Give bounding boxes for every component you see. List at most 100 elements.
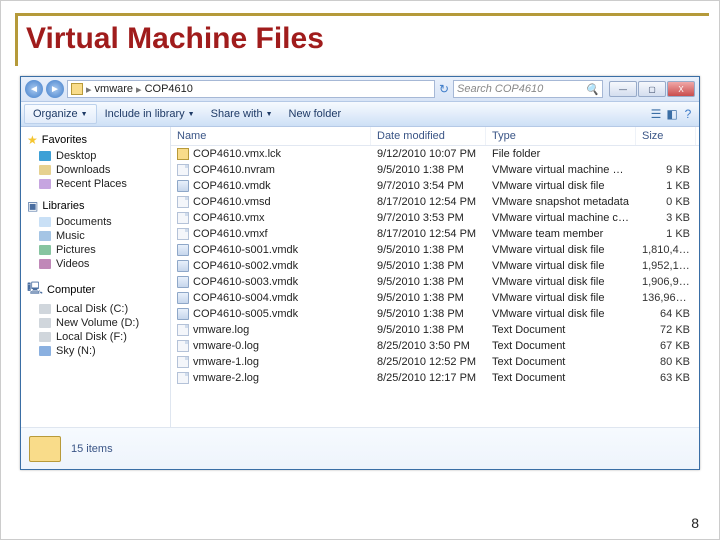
sidebar-item-videos[interactable]: Videos (23, 257, 168, 271)
file-date: 9/5/2010 1:38 PM (371, 275, 486, 289)
sidebar-item-recent[interactable]: Recent Places (23, 177, 168, 191)
file-date: 9/7/2010 3:54 PM (371, 179, 486, 193)
file-size: 64 KB (636, 307, 696, 321)
include-label: Include in library (105, 108, 185, 120)
sidebar-item-label: Sky (N:) (56, 345, 96, 357)
breadcrumb[interactable]: ▸ vmware ▸ COP4610 (67, 80, 435, 98)
sidebar-item-documents[interactable]: Documents (23, 215, 168, 229)
col-name[interactable]: Name (171, 127, 371, 145)
file-size: 67 KB (636, 339, 696, 353)
sidebar-item-sky[interactable]: Sky (N:) (23, 344, 168, 358)
view-icon[interactable]: ☰ (648, 106, 664, 122)
computer-icon: 🖳 (27, 279, 43, 300)
file-icon (177, 356, 189, 368)
disk-icon (39, 332, 51, 342)
sidebar-item-disk-d[interactable]: New Volume (D:) (23, 316, 168, 330)
titlebar: ◄ ► ▸ vmware ▸ COP4610 ↻ Search COP4610 … (21, 77, 699, 101)
sidebar-item-downloads[interactable]: Downloads (23, 163, 168, 177)
chevron-down-icon: ▼ (188, 111, 195, 118)
slide-title: Virtual Machine Files (26, 22, 699, 56)
disk-icon (39, 318, 51, 328)
file-row[interactable]: COP4610-s002.vmdk9/5/2010 1:38 PMVMware … (171, 258, 699, 274)
file-type: VMware virtual disk file (486, 275, 636, 289)
col-size[interactable]: Size (636, 127, 696, 145)
file-type: VMware virtual disk file (486, 243, 636, 257)
file-date: 9/5/2010 1:38 PM (371, 259, 486, 273)
sidebar-item-desktop[interactable]: Desktop (23, 149, 168, 163)
file-type: VMware virtual disk file (486, 259, 636, 273)
file-row[interactable]: vmware-0.log8/25/2010 3:50 PMText Docume… (171, 338, 699, 354)
file-row[interactable]: vmware.log9/5/2010 1:38 PMText Document7… (171, 322, 699, 338)
file-row[interactable]: COP4610-s004.vmdk9/5/2010 1:38 PMVMware … (171, 290, 699, 306)
file-type: VMware virtual machine BIOS (486, 163, 636, 177)
sidebar-computer-header[interactable]: 🖳 Computer (23, 277, 168, 302)
organize-button[interactable]: Organize ▼ (24, 104, 97, 124)
minimize-button[interactable]: — (609, 81, 637, 97)
preview-pane-icon[interactable]: ◧ (664, 106, 680, 122)
sidebar-item-disk-c[interactable]: Local Disk (C:) (23, 302, 168, 316)
help-icon[interactable]: ? (680, 106, 696, 122)
toolbar: Organize ▼ Include in library ▼ Share wi… (21, 101, 699, 127)
sidebar-item-pictures[interactable]: Pictures (23, 243, 168, 257)
file-row[interactable]: COP4610.vmxf8/17/2010 12:54 PMVMware tea… (171, 226, 699, 242)
nav-forward-button[interactable]: ► (46, 80, 64, 98)
file-type: Text Document (486, 339, 636, 353)
disk-icon (177, 244, 189, 256)
file-date: 9/5/2010 1:38 PM (371, 291, 486, 305)
folder-icon (29, 436, 61, 462)
close-button[interactable]: X (667, 81, 695, 97)
sidebar-item-label: Local Disk (C:) (56, 303, 128, 315)
nav-back-button[interactable]: ◄ (25, 80, 43, 98)
file-name: vmware-0.log (193, 340, 259, 352)
file-row[interactable]: vmware-1.log8/25/2010 12:52 PMText Docum… (171, 354, 699, 370)
file-name: COP4610.vmxf (193, 228, 268, 240)
file-date: 9/12/2010 10:07 PM (371, 147, 486, 161)
search-input[interactable]: Search COP4610 🔍 (453, 80, 603, 98)
network-disk-icon (39, 346, 51, 356)
file-list-pane: Name Date modified Type Size COP4610.vmx… (171, 127, 699, 427)
file-row[interactable]: COP4610-s001.vmdk9/5/2010 1:38 PMVMware … (171, 242, 699, 258)
share-label: Share with (211, 108, 263, 120)
file-size: 3 KB (636, 211, 696, 225)
disk-icon (177, 180, 189, 192)
file-date: 9/5/2010 1:38 PM (371, 163, 486, 177)
file-date: 9/5/2010 1:38 PM (371, 243, 486, 257)
refresh-icon[interactable]: ↻ (439, 82, 449, 96)
breadcrumb-part[interactable]: vmware (95, 83, 134, 95)
file-size (636, 147, 696, 161)
sidebar-item-label: New Volume (D:) (56, 317, 139, 329)
share-with-button[interactable]: Share with ▼ (203, 104, 281, 124)
folder-icon (71, 83, 83, 95)
file-type: VMware virtual disk file (486, 291, 636, 305)
chevron-down-icon: ▼ (266, 111, 273, 118)
file-name: COP4610-s003.vmdk (193, 276, 298, 288)
file-size: 1,952,192 KB (636, 259, 696, 273)
file-row[interactable]: COP4610.nvram9/5/2010 1:38 PMVMware virt… (171, 162, 699, 178)
include-library-button[interactable]: Include in library ▼ (97, 104, 203, 124)
file-row[interactable]: COP4610-s005.vmdk9/5/2010 1:38 PMVMware … (171, 306, 699, 322)
sidebar-favorites-header[interactable]: ★ Favorites (23, 131, 168, 149)
file-row[interactable]: COP4610.vmsd8/17/2010 12:54 PMVMware sna… (171, 194, 699, 210)
maximize-button[interactable]: ▢ (638, 81, 666, 97)
search-placeholder: Search COP4610 (457, 83, 543, 95)
sidebar-item-music[interactable]: Music (23, 229, 168, 243)
file-row[interactable]: COP4610.vmdk9/7/2010 3:54 PMVMware virtu… (171, 178, 699, 194)
file-size: 136,960 KB (636, 291, 696, 305)
file-row[interactable]: COP4610.vmx9/7/2010 3:53 PMVMware virtua… (171, 210, 699, 226)
breadcrumb-part[interactable]: COP4610 (145, 83, 193, 95)
documents-icon (39, 217, 51, 227)
file-row[interactable]: COP4610-s003.vmdk 9/5/2010 1:38 PMVMware … (171, 274, 699, 290)
file-row[interactable]: COP4610.vmx.lck9/12/2010 10:07 PMFile fo… (171, 146, 699, 162)
file-name: COP4610.vmx.lck (193, 148, 281, 160)
sidebar-libraries-header[interactable]: ▣ Libraries (23, 197, 168, 215)
status-bar: 15 items (21, 427, 699, 469)
file-date: 9/7/2010 3:53 PM (371, 211, 486, 225)
sidebar: ★ Favorites Desktop Downloads Recent Pla… (21, 127, 171, 427)
file-type: Text Document (486, 323, 636, 337)
file-name: vmware-2.log (193, 372, 259, 384)
sidebar-item-disk-f[interactable]: Local Disk (F:) (23, 330, 168, 344)
file-row[interactable]: vmware-2.log8/25/2010 12:17 PMText Docum… (171, 370, 699, 386)
col-date[interactable]: Date modified (371, 127, 486, 145)
col-type[interactable]: Type (486, 127, 636, 145)
new-folder-button[interactable]: New folder (281, 104, 350, 124)
